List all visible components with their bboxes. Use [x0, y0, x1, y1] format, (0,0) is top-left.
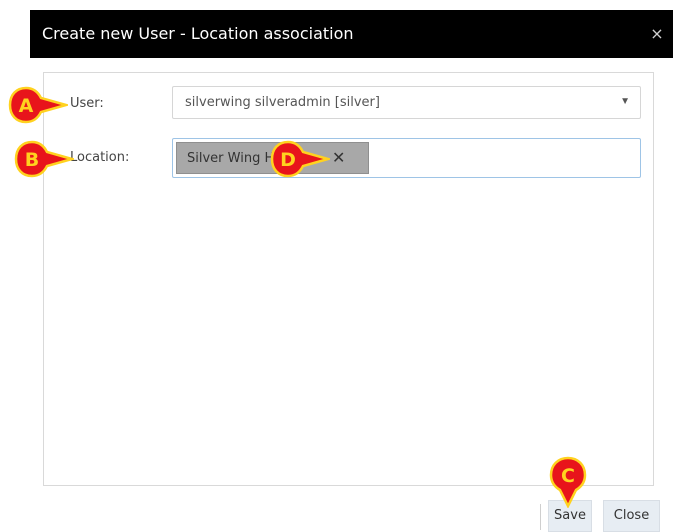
user-label: User:: [70, 96, 104, 111]
location-tag-label: Silver Wing H: [187, 151, 275, 166]
marker-c: C: [549, 456, 587, 508]
user-select[interactable]: silverwing silveradmin [silver] ▼: [172, 86, 641, 119]
dialog-title: Create new User - Location association: [42, 24, 354, 43]
location-tag-input[interactable]: Silver Wing H ✕: [172, 138, 641, 178]
form-panel: [43, 72, 654, 486]
remove-tag-icon[interactable]: ✕: [332, 148, 345, 167]
marker-b: B: [14, 140, 74, 178]
marker-d: D: [270, 140, 330, 178]
footer-divider: [540, 504, 541, 530]
chevron-down-icon: ▼: [620, 96, 630, 107]
marker-a: A: [8, 86, 68, 124]
close-icon[interactable]: ×: [649, 26, 665, 42]
close-button[interactable]: Close: [603, 500, 660, 532]
marker-c-label: C: [561, 465, 575, 487]
location-label: Location:: [70, 150, 130, 165]
marker-a-label: A: [19, 95, 34, 117]
marker-b-label: B: [25, 149, 39, 171]
marker-d-label: D: [280, 149, 296, 171]
dialog-titlebar: Create new User - Location association ×: [30, 10, 673, 58]
user-select-value: silverwing silveradmin [silver]: [185, 95, 380, 110]
